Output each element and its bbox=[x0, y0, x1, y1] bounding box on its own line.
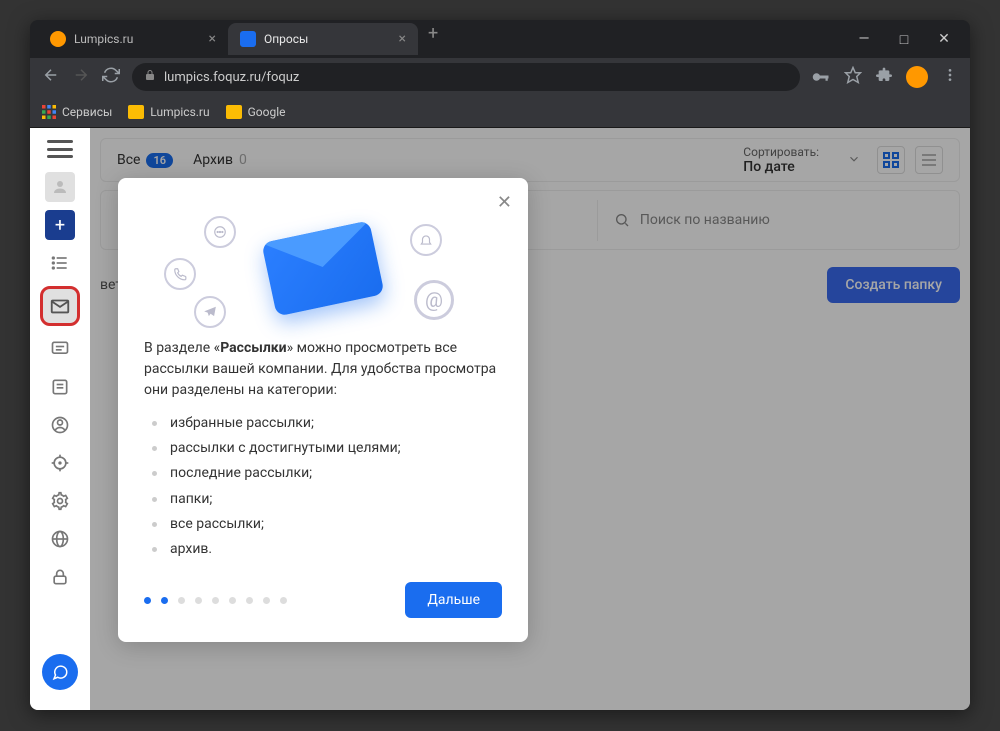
titlebar: Lumpics.ru × Опросы × + — □ ✕ bbox=[30, 20, 970, 58]
url-text: lumpics.foquz.ru/foquz bbox=[164, 70, 299, 85]
star-icon[interactable] bbox=[844, 66, 862, 88]
bookmark-label: Lumpics.ru bbox=[150, 105, 209, 119]
tab-lumpics[interactable]: Lumpics.ru × bbox=[38, 23, 228, 55]
favicon-blue bbox=[240, 31, 256, 47]
favicon-orange bbox=[50, 31, 66, 47]
modal-text: В разделе «Рассылки» можно просмотреть в… bbox=[144, 338, 502, 401]
list-item: избранные рассылки; bbox=[152, 411, 502, 436]
key-icon[interactable] bbox=[812, 68, 830, 87]
list-item: последние рассылки; bbox=[152, 461, 502, 486]
globe-icon[interactable] bbox=[45, 524, 75, 554]
folder-icon bbox=[128, 105, 144, 119]
bell-icon bbox=[410, 224, 442, 256]
tabs: Lumpics.ru × Опросы × + bbox=[38, 23, 854, 55]
url-field[interactable]: lumpics.foquz.ru/foquz bbox=[132, 63, 800, 91]
bookmark-google[interactable]: Google bbox=[226, 105, 286, 119]
back-button[interactable] bbox=[42, 66, 60, 88]
lock-icon bbox=[144, 69, 156, 85]
new-tab-button[interactable]: + bbox=[428, 23, 438, 55]
support-chat-button[interactable] bbox=[42, 654, 78, 690]
reload-button[interactable] bbox=[102, 66, 120, 88]
minimize-button[interactable]: — bbox=[854, 31, 874, 48]
speech-icon bbox=[204, 216, 236, 248]
modal-list: избранные рассылки; рассылки с достигнут… bbox=[144, 411, 502, 562]
addr-right bbox=[812, 66, 958, 88]
page: Все 16 Архив 0 Сортировать: По дате bbox=[30, 128, 970, 710]
at-icon: @ bbox=[414, 280, 454, 320]
dot[interactable] bbox=[229, 597, 236, 604]
dot[interactable] bbox=[263, 597, 270, 604]
envelope-icon bbox=[261, 220, 384, 316]
address-bar: lumpics.foquz.ru/foquz bbox=[30, 58, 970, 96]
list-icon[interactable] bbox=[45, 248, 75, 278]
target-icon[interactable] bbox=[45, 448, 75, 478]
browser-window: Lumpics.ru × Опросы × + — □ ✕ bbox=[30, 20, 970, 710]
menu-toggle[interactable] bbox=[47, 140, 73, 158]
telegram-icon bbox=[194, 296, 226, 328]
tab-close[interactable]: × bbox=[399, 31, 406, 47]
dot[interactable] bbox=[280, 597, 287, 604]
extensions-icon[interactable] bbox=[876, 67, 892, 87]
modal-footer: Дальше bbox=[144, 582, 502, 618]
profile-icon[interactable] bbox=[45, 410, 75, 440]
bookmarks-bar: Сервисы Lumpics.ru Google bbox=[30, 96, 970, 128]
dot[interactable] bbox=[212, 597, 219, 604]
list-item: папки; bbox=[152, 487, 502, 512]
news-icon[interactable] bbox=[45, 372, 75, 402]
onboarding-modal: ✕ @ В разделе «Рас bbox=[118, 178, 528, 642]
folder-icon bbox=[226, 105, 242, 119]
phone-icon bbox=[164, 258, 196, 290]
maximize-button[interactable]: □ bbox=[894, 31, 914, 48]
apps-label: Сервисы bbox=[62, 105, 112, 119]
window-controls: — □ ✕ bbox=[854, 31, 954, 48]
dot[interactable] bbox=[144, 597, 151, 604]
step-dots bbox=[144, 597, 287, 604]
forward-button[interactable] bbox=[72, 66, 90, 88]
tab-foquz[interactable]: Опросы × bbox=[228, 23, 418, 55]
dot[interactable] bbox=[178, 597, 185, 604]
list-item: все рассылки; bbox=[152, 512, 502, 537]
settings-icon[interactable] bbox=[45, 486, 75, 516]
bookmark-lumpics[interactable]: Lumpics.ru bbox=[128, 105, 209, 119]
bookmark-label: Google bbox=[248, 105, 286, 119]
list-item: рассылки с достигнутыми целями; bbox=[152, 436, 502, 461]
add-button[interactable]: + bbox=[45, 210, 75, 240]
next-button[interactable]: Дальше bbox=[405, 582, 502, 618]
dot[interactable] bbox=[195, 597, 202, 604]
lock-icon[interactable] bbox=[45, 562, 75, 592]
modal-illustration: @ bbox=[144, 198, 502, 338]
tab-close[interactable]: × bbox=[209, 31, 216, 47]
tab-label: Lumpics.ru bbox=[74, 32, 133, 46]
apps-button[interactable]: Сервисы bbox=[42, 105, 112, 119]
profile-avatar[interactable] bbox=[906, 66, 928, 88]
sidebar: + bbox=[30, 128, 90, 710]
close-button[interactable]: ✕ bbox=[934, 31, 954, 48]
user-icon[interactable] bbox=[45, 172, 75, 202]
menu-icon[interactable] bbox=[942, 67, 958, 87]
tab-label: Опросы bbox=[264, 32, 308, 46]
list-item: архив. bbox=[152, 537, 502, 562]
chat-icon[interactable] bbox=[45, 334, 75, 364]
dot[interactable] bbox=[246, 597, 253, 604]
dot[interactable] bbox=[161, 597, 168, 604]
mail-icon[interactable] bbox=[40, 286, 80, 326]
